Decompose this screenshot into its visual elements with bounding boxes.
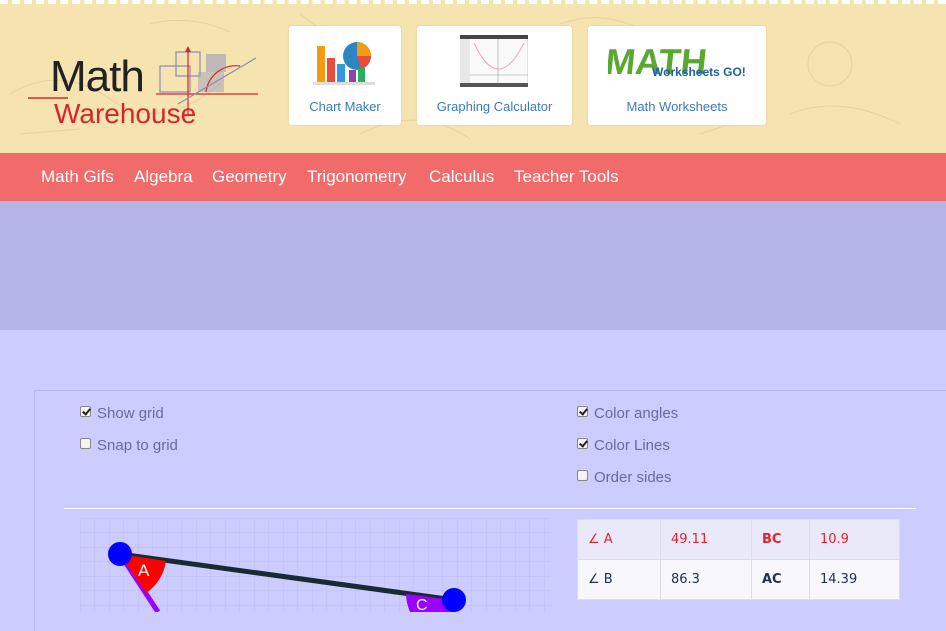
chart-icon (313, 42, 375, 85)
logo-text-math: Math (50, 52, 145, 101)
snap-to-grid-checkbox[interactable] (80, 438, 91, 449)
chart-maker-label: Chart Maker (309, 99, 381, 114)
order-sides-checkbox[interactable] (577, 470, 588, 481)
snap-to-grid-label[interactable]: Snap to grid (97, 437, 178, 454)
vertex-label-a: A (138, 561, 150, 580)
site-logo[interactable]: Math Warehouse (28, 44, 268, 134)
triangle-canvas[interactable]: A C (80, 518, 550, 612)
graphing-calculator-label: Graphing Calculator (436, 99, 553, 114)
side-value-cell: 14.39 (809, 559, 900, 600)
color-angles-label[interactable]: Color angles (594, 405, 678, 422)
graph-thumbnail-icon (460, 35, 528, 87)
nav-calculus[interactable]: Calculus (429, 167, 494, 187)
angle-value-cell: 49.11 (660, 519, 752, 560)
side-name-cell: AC (751, 559, 810, 600)
panel-divider (64, 508, 916, 509)
vertex-a-handle[interactable] (108, 542, 132, 566)
math-worksheets-go-logo: MATH Worksheets GO! (608, 41, 746, 82)
angle-name-cell: ∠ B (577, 559, 661, 600)
logo-text-warehouse: Warehouse (54, 98, 197, 129)
table-row: ∠ B 86.3 AC 14.39 (577, 559, 900, 600)
angle-value-cell: 86.3 (660, 559, 752, 600)
vertex-c-handle[interactable] (442, 588, 466, 612)
math-worksheets-tile[interactable]: MATH Worksheets GO! Math Worksheets (588, 26, 766, 125)
color-angles-checkbox[interactable] (577, 406, 588, 417)
side-name-cell: BC (751, 519, 810, 560)
nav-teacher-tools[interactable]: Teacher Tools (514, 167, 619, 187)
order-sides-label[interactable]: Order sides (594, 469, 672, 486)
show-grid-label[interactable]: Show grid (97, 405, 164, 422)
nav-geometry[interactable]: Geometry (212, 167, 287, 187)
site-header: Math Warehouse Chart Maker Graphing Calc… (0, 0, 946, 153)
vertex-label-c: C (416, 597, 428, 612)
graphing-calculator-tile[interactable]: Graphing Calculator (417, 26, 572, 125)
side-value-cell: 10.9 (809, 519, 900, 560)
nav-trigonometry[interactable]: Trigonometry (307, 167, 407, 187)
nav-algebra[interactable]: Algebra (134, 167, 193, 187)
svg-text:Worksheets GO!: Worksheets GO! (652, 65, 746, 79)
table-row: ∠ A 49.11 BC 10.9 (577, 519, 900, 560)
main-nav: Math Gifs Algebra Geometry Trigonometry … (0, 153, 946, 201)
chart-maker-tile[interactable]: Chart Maker (289, 26, 401, 125)
color-lines-label[interactable]: Color Lines (594, 437, 670, 454)
advertisement-area (0, 201, 946, 330)
grid-svg: A C (80, 518, 550, 612)
measurements-table: ∠ A 49.11 BC 10.9 ∠ B 86.3 AC 14.39 (577, 519, 900, 600)
angle-name-cell: ∠ A (577, 519, 661, 560)
nav-math-gifs[interactable]: Math Gifs (41, 167, 114, 187)
show-grid-checkbox[interactable] (80, 406, 91, 417)
math-worksheets-label: Math Worksheets (626, 99, 728, 114)
color-lines-checkbox[interactable] (577, 438, 588, 449)
